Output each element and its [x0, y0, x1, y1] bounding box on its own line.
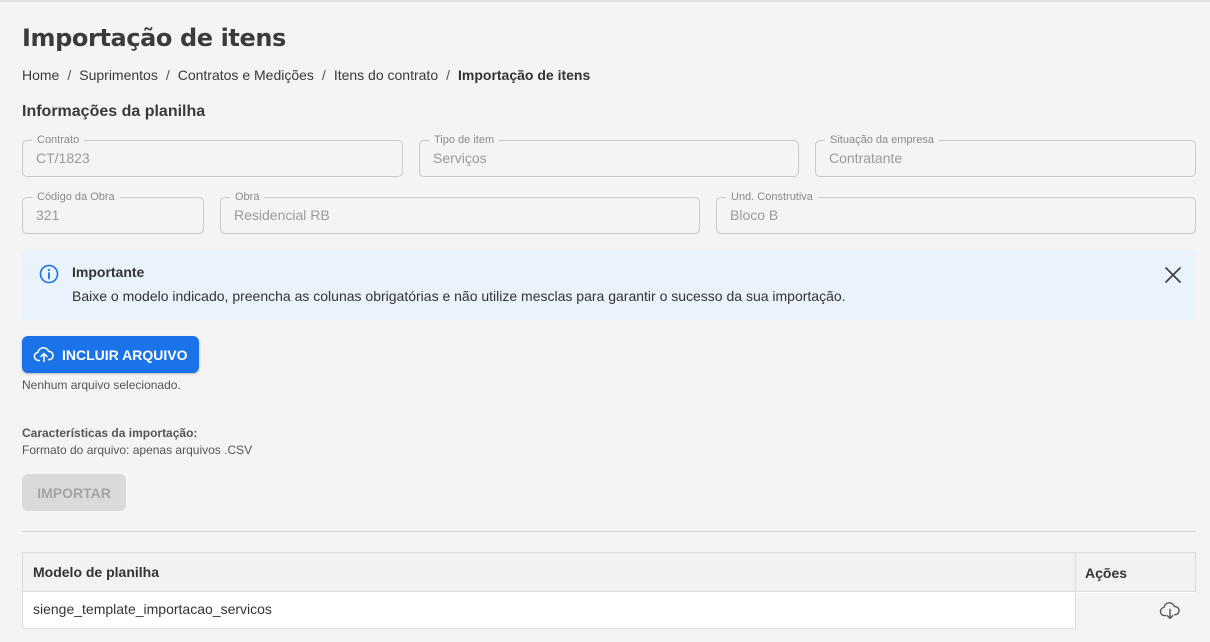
page-title: Importação de itens [22, 24, 286, 52]
section-title: Informações da planilha [22, 103, 206, 120]
tipo-item-input[interactable] [433, 150, 785, 166]
column-header-actions: Ações [1085, 565, 1128, 581]
breadcrumb-separator: / [165, 67, 170, 83]
breadcrumb-home[interactable]: Home [22, 67, 59, 83]
important-alert: Importante Baixe o modelo indicado, pree… [22, 250, 1196, 320]
breadcrumb: Home / Suprimentos / Contratos e Mediçõe… [22, 67, 590, 83]
codigo-obra-field[interactable]: Código da Obra [22, 190, 204, 234]
obra-field[interactable]: Obra [220, 190, 700, 234]
situacao-empresa-field[interactable]: Situação da empresa [815, 133, 1196, 177]
breadcrumb-contratos-medicoes[interactable]: Contratos e Medições [178, 67, 314, 83]
tipo-item-field[interactable]: Tipo de item [419, 133, 799, 177]
table-header: Modelo de planilha Ações [23, 553, 1195, 592]
breadcrumb-separator: / [67, 67, 72, 83]
close-icon[interactable] [1162, 264, 1184, 286]
file-format-note: Formato do arquivo: apenas arquivos .CSV [22, 443, 253, 457]
cloud-upload-icon [33, 346, 54, 362]
und-construtiva-input[interactable] [730, 207, 1182, 223]
alert-title: Importante [72, 264, 145, 280]
include-file-button[interactable]: INCLUIR ARQUIVO [22, 336, 199, 373]
obra-label: Obra [230, 190, 265, 204]
breadcrumb-separator: / [321, 67, 326, 83]
contrato-field[interactable]: Contrato [22, 133, 403, 177]
upload-status: Nenhum arquivo selecionado. [22, 378, 181, 392]
table-cell-model: sienge_template_importacao_servicos [33, 601, 272, 617]
top-border [0, 0, 1210, 2]
contrato-label: Contrato [32, 133, 85, 147]
obra-input[interactable] [234, 207, 686, 223]
contrato-input[interactable] [36, 150, 389, 166]
info-icon [39, 264, 59, 284]
include-file-label: INCLUIR ARQUIVO [62, 346, 188, 363]
breadcrumb-itens-contrato[interactable]: Itens do contrato [334, 67, 438, 83]
und-construtiva-label: Und. Construtiva [726, 190, 818, 204]
codigo-obra-label: Código da Obra [32, 190, 120, 204]
situacao-empresa-label: Situação da empresa [825, 133, 939, 147]
breadcrumb-separator: / [446, 67, 450, 83]
situacao-empresa-input[interactable] [829, 150, 1182, 166]
codigo-obra-input[interactable] [36, 207, 190, 223]
cloud-download-icon[interactable] [1159, 600, 1181, 622]
alert-message: Baixe o modelo indicado, preencha as col… [72, 288, 846, 304]
table-cell-actions [1076, 593, 1196, 629]
characteristics-title: Características da importação: [22, 426, 198, 440]
und-construtiva-field[interactable]: Und. Construtiva [716, 190, 1196, 234]
breadcrumb-current: Importação de itens [458, 67, 591, 83]
tipo-item-label: Tipo de item [429, 133, 500, 147]
template-table: Modelo de planilha Ações sienge_template… [22, 552, 1196, 629]
import-button[interactable]: IMPORTAR [22, 474, 126, 511]
breadcrumb-suprimentos[interactable]: Suprimentos [79, 67, 158, 83]
divider [22, 531, 1196, 532]
column-header-model: Modelo de planilha [33, 564, 160, 580]
